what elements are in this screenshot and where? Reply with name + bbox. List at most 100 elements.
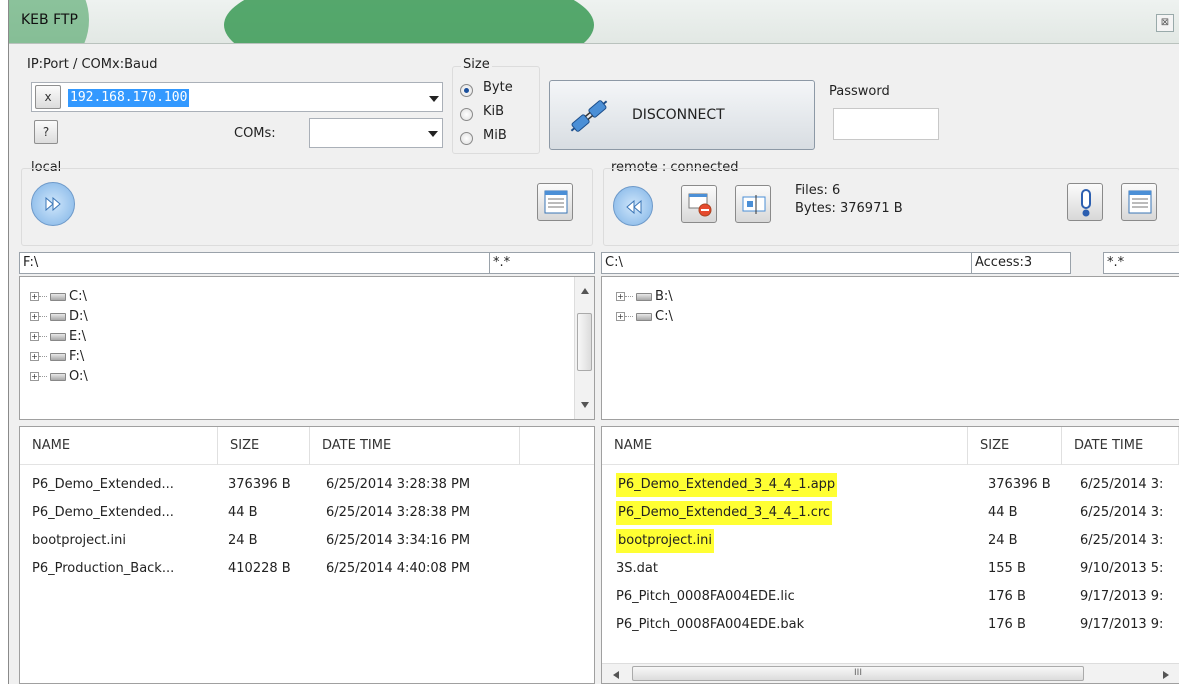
- password-input[interactable]: [833, 108, 939, 140]
- upload-button[interactable]: [31, 182, 75, 226]
- file-name[interactable]: P6_Demo_Extended...: [32, 501, 174, 525]
- keb-ftp-window: KEB FTP ⊠ IP:Port / COMx:Baud x 192.168.…: [8, 0, 1179, 684]
- remote-list-hscrollbar[interactable]: III: [602, 663, 1179, 683]
- column-header-name[interactable]: NAME: [602, 427, 968, 465]
- column-header-name[interactable]: NAME: [20, 427, 218, 465]
- file-name[interactable]: P6_Demo_Extended...: [32, 473, 174, 497]
- scroll-up-icon[interactable]: [580, 287, 590, 295]
- size-option-label: MiB: [483, 128, 507, 143]
- local-file-list[interactable]: NAME SIZE DATE TIME P6_Demo_Extended... 3…: [19, 426, 595, 684]
- column-header-date[interactable]: DATE TIME: [310, 427, 520, 465]
- scroll-left-icon[interactable]: [612, 670, 620, 680]
- file-size[interactable]: 376396 B: [988, 473, 1051, 497]
- file-date[interactable]: 9/17/2013 9:: [1080, 585, 1163, 609]
- file-date[interactable]: 9/10/2013 5:: [1080, 557, 1163, 581]
- info-button[interactable]: [1067, 183, 1103, 221]
- file-date[interactable]: 6/25/2014 3:28:38 PM: [326, 473, 470, 497]
- file-name[interactable]: P6_Pitch_0008FA004EDE.lic: [616, 585, 795, 609]
- expand-icon[interactable]: +: [30, 352, 39, 361]
- file-date[interactable]: 6/25/2014 3:34:16 PM: [326, 529, 470, 553]
- expand-icon[interactable]: +: [616, 292, 625, 301]
- chevron-down-icon[interactable]: [428, 131, 438, 137]
- size-kib-radio[interactable]: [460, 108, 473, 121]
- file-name[interactable]: P6_Pitch_0008FA004EDE.bak: [616, 613, 804, 637]
- file-size[interactable]: 176 B: [988, 613, 1026, 637]
- ip-combobox[interactable]: x 192.168.170.100: [31, 82, 443, 112]
- chevron-down-icon[interactable]: [429, 96, 439, 102]
- title-bar: KEB FTP ⊠: [9, 0, 1179, 44]
- expand-icon[interactable]: +: [30, 312, 39, 321]
- file-name[interactable]: P6_Demo_Extended_3_4_4_1.crc: [616, 501, 833, 525]
- coms-combobox[interactable]: [309, 118, 443, 148]
- file-date[interactable]: 6/25/2014 4:40:08 PM: [326, 557, 470, 581]
- column-header-date[interactable]: DATE TIME: [1062, 427, 1179, 465]
- tree-item[interactable]: + E:\: [30, 327, 86, 347]
- tree-item[interactable]: + D:\: [30, 307, 88, 327]
- ip-label: IP:Port / COMx:Baud: [27, 57, 158, 72]
- column-header-size[interactable]: SIZE: [968, 427, 1062, 465]
- local-path-input[interactable]: F:\: [19, 252, 491, 274]
- rename-remote-button[interactable]: [735, 185, 771, 223]
- remote-filter-input[interactable]: *.*: [1103, 252, 1179, 274]
- scroll-thumb[interactable]: [577, 313, 592, 371]
- file-size[interactable]: 24 B: [988, 529, 1018, 553]
- remote-path-input[interactable]: C:\: [601, 252, 973, 274]
- file-name[interactable]: 3S.dat: [616, 557, 658, 581]
- local-list-header: NAME SIZE DATE TIME: [20, 427, 594, 465]
- scroll-down-icon[interactable]: [580, 401, 590, 409]
- file-name[interactable]: P6_Demo_Extended_3_4_4_1.app: [616, 473, 838, 497]
- file-size[interactable]: 24 B: [228, 529, 258, 553]
- file-date[interactable]: 6/25/2014 3:: [1080, 473, 1163, 497]
- ip-value[interactable]: 192.168.170.100: [68, 89, 190, 107]
- file-size[interactable]: 376396 B: [228, 473, 291, 497]
- file-name[interactable]: bootproject.ini: [616, 529, 714, 553]
- disconnect-button[interactable]: DISCONNECT: [549, 80, 815, 150]
- scroll-right-icon[interactable]: [1162, 670, 1170, 680]
- tree-item[interactable]: + B:\: [616, 287, 673, 307]
- local-view-button[interactable]: [537, 183, 573, 221]
- rename-icon: [742, 195, 766, 214]
- download-button[interactable]: [613, 186, 653, 226]
- file-name[interactable]: P6_Production_Back...: [32, 557, 174, 581]
- hscroll-thumb[interactable]: III: [632, 666, 1084, 681]
- title-decoration: [224, 0, 594, 43]
- remote-tree[interactable]: + B:\ + C:\: [601, 276, 1179, 420]
- window-title: KEB FTP: [21, 12, 78, 28]
- clear-ip-button[interactable]: x: [35, 85, 61, 109]
- tree-item[interactable]: + C:\: [616, 307, 673, 327]
- list-view-icon: [544, 190, 568, 214]
- expand-icon[interactable]: +: [616, 312, 625, 321]
- file-size[interactable]: 410228 B: [228, 557, 291, 581]
- file-size[interactable]: 176 B: [988, 585, 1026, 609]
- column-header-size[interactable]: SIZE: [218, 427, 310, 465]
- file-date[interactable]: 9/17/2013 9:: [1080, 613, 1163, 637]
- coms-label: COMs:: [234, 126, 276, 141]
- expand-icon[interactable]: +: [30, 332, 39, 341]
- tree-item[interactable]: + F:\: [30, 347, 84, 367]
- tree-item[interactable]: + C:\: [30, 287, 87, 307]
- file-date[interactable]: 6/25/2014 3:: [1080, 529, 1163, 553]
- local-tree-scrollbar[interactable]: [574, 277, 594, 419]
- size-option-label: KiB: [483, 104, 505, 119]
- help-button[interactable]: ?: [34, 120, 58, 144]
- delete-remote-button[interactable]: [681, 185, 717, 223]
- local-tree[interactable]: + C:\ + D:\ + E:\ + F:\ + O:\: [19, 276, 595, 420]
- tree-item[interactable]: + O:\: [30, 367, 88, 387]
- drive-icon: [50, 292, 66, 301]
- expand-icon[interactable]: +: [30, 372, 39, 381]
- file-size[interactable]: 155 B: [988, 557, 1026, 581]
- file-date[interactable]: 6/25/2014 3:28:38 PM: [326, 501, 470, 525]
- file-size[interactable]: 44 B: [228, 501, 258, 525]
- file-name[interactable]: bootproject.ini: [32, 529, 126, 553]
- local-filter-input[interactable]: *.*: [489, 252, 595, 274]
- close-icon[interactable]: ⊠: [1156, 14, 1174, 32]
- access-level: Access:3: [971, 252, 1071, 274]
- file-size[interactable]: 44 B: [988, 501, 1018, 525]
- expand-icon[interactable]: +: [30, 292, 39, 301]
- remote-view-button[interactable]: [1121, 183, 1157, 221]
- file-date[interactable]: 6/25/2014 3:: [1080, 501, 1163, 525]
- remote-list-header: NAME SIZE DATE TIME: [602, 427, 1179, 465]
- size-byte-radio[interactable]: [460, 84, 473, 97]
- size-mib-radio[interactable]: [460, 132, 473, 145]
- remote-file-list[interactable]: NAME SIZE DATE TIME P6_Demo_Extended_3_4…: [601, 426, 1179, 684]
